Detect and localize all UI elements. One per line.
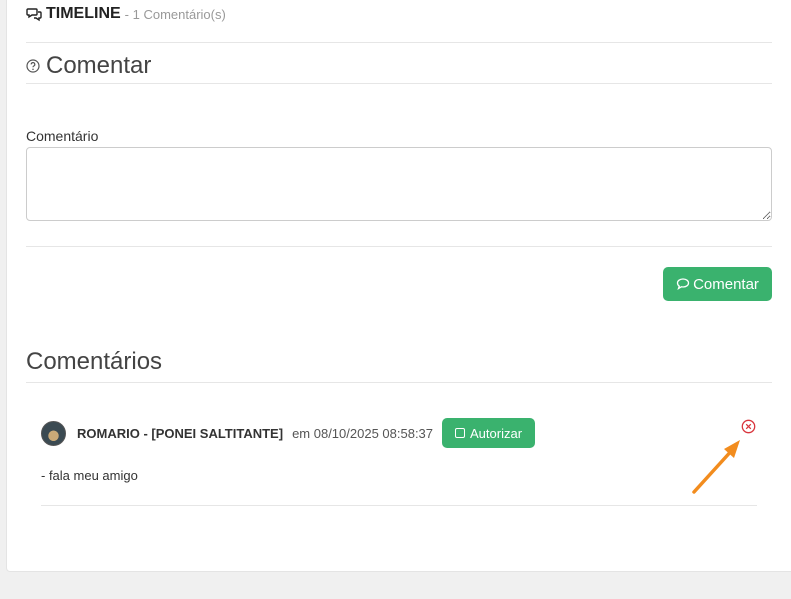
comment-header: ROMARIO - [PONEI SALTITANTE] em 08/10/20… [41, 418, 536, 448]
comment-form-heading: Comentar [26, 52, 151, 80]
comment-text: - fala meu amigo [41, 468, 138, 483]
submit-comment-label: Comentar [693, 275, 759, 293]
timeline-title: TIMELINE [46, 5, 121, 22]
comment-timestamp: em 08/10/2025 08:58:37 [292, 425, 434, 441]
comment-field-label: Comentário [26, 128, 99, 144]
avatar [41, 420, 66, 446]
divider [26, 42, 772, 43]
submit-comment-button[interactable]: Comentar [663, 267, 772, 301]
square-icon [455, 428, 465, 438]
comments-heading: Comentários [26, 348, 162, 376]
comment-form-title: Comentar [46, 52, 152, 79]
divider [26, 83, 772, 84]
comment-icon [676, 278, 690, 290]
annotation-arrow-icon [692, 440, 740, 494]
authorize-label: Autorizar [470, 425, 523, 441]
comment-divider [41, 505, 757, 506]
comment-author: ROMARIO - [PONEI SALTITANTE] [77, 425, 284, 441]
authorize-button[interactable]: Autorizar [442, 418, 536, 448]
comments-title: Comentários [26, 348, 163, 375]
timeline-header: TIMELINE - 1 Comentário(s) [26, 5, 226, 23]
divider [26, 382, 772, 383]
delete-comment-icon[interactable] [741, 419, 756, 434]
comments-icon [26, 8, 42, 22]
divider [26, 246, 772, 247]
comment-count: - 1 Comentário(s) [124, 6, 226, 22]
comment-textarea[interactable] [26, 147, 772, 221]
question-circle-icon [26, 59, 40, 73]
